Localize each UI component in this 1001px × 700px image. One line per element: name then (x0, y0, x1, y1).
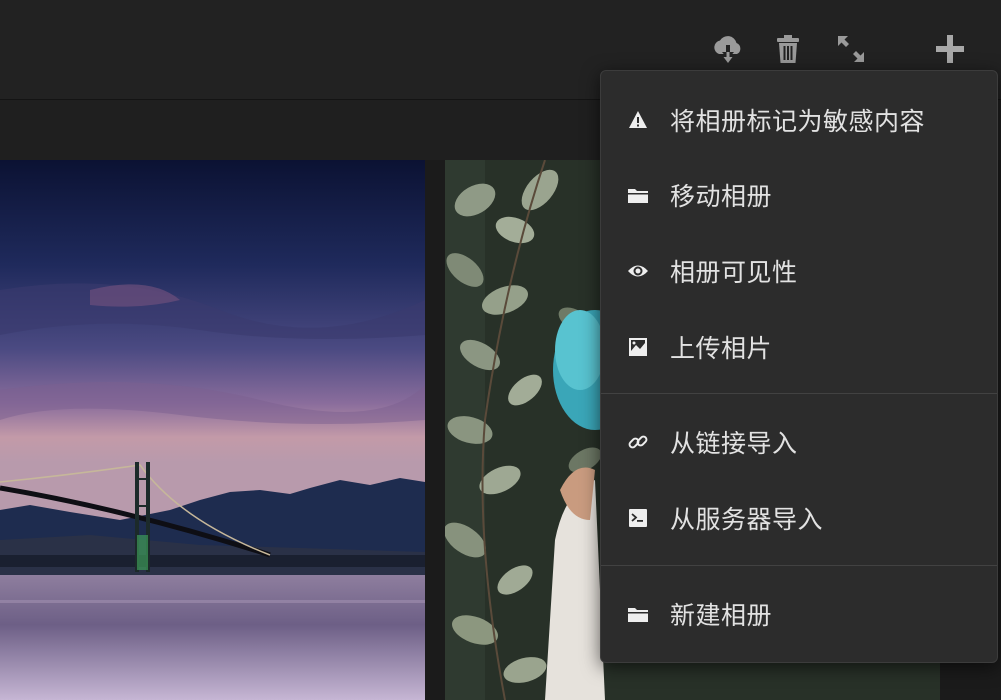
menu-item-import-from-server[interactable]: 从服务器导入 (601, 480, 997, 556)
menu-item-new-album[interactable]: 新建相册 (601, 576, 997, 652)
menu-divider (601, 393, 997, 394)
fullscreen-icon (838, 36, 864, 62)
eye-icon (627, 260, 649, 282)
folder-icon (627, 603, 649, 625)
fullscreen-button[interactable] (831, 29, 871, 69)
bridge-sunset-photo (0, 160, 425, 700)
menu-divider (601, 565, 997, 566)
menu-item-label: 从链接导入 (670, 429, 798, 458)
menu-item-label: 相册可见性 (670, 258, 798, 287)
link-icon (627, 431, 649, 453)
terminal-icon (627, 507, 649, 529)
menu-item-import-from-link[interactable]: 从链接导入 (601, 404, 997, 480)
cloud-download-icon (714, 36, 741, 63)
menu-item-mark-sensitive[interactable]: 将相册标记为敏感内容 (601, 82, 997, 158)
trash-icon (777, 35, 799, 63)
menu-item-label: 上传相片 (670, 334, 773, 363)
delete-button[interactable] (768, 29, 808, 69)
album-page: 将相册标记为敏感内容 移动相册 相册可见性 上传相片 从链接导入 从服务器导入 … (0, 0, 1001, 700)
menu-item-album-visibility[interactable]: 相册可见性 (601, 233, 997, 309)
add-button[interactable] (930, 29, 970, 69)
album-actions-menu: 将相册标记为敏感内容 移动相册 相册可见性 上传相片 从链接导入 从服务器导入 … (600, 70, 998, 663)
menu-item-label: 新建相册 (670, 601, 773, 630)
menu-item-move-album[interactable]: 移动相册 (601, 157, 997, 233)
folder-icon (627, 184, 649, 206)
menu-item-label: 从服务器导入 (670, 505, 824, 534)
menu-item-label: 移动相册 (670, 182, 773, 211)
download-button[interactable] (708, 29, 748, 69)
menu-item-upload-photo[interactable]: 上传相片 (601, 309, 997, 385)
image-icon (627, 336, 649, 358)
warning-icon (627, 109, 649, 131)
photo-thumbnail-bridge[interactable] (0, 160, 425, 700)
menu-item-label: 将相册标记为敏感内容 (670, 107, 926, 136)
plus-icon (936, 35, 964, 63)
